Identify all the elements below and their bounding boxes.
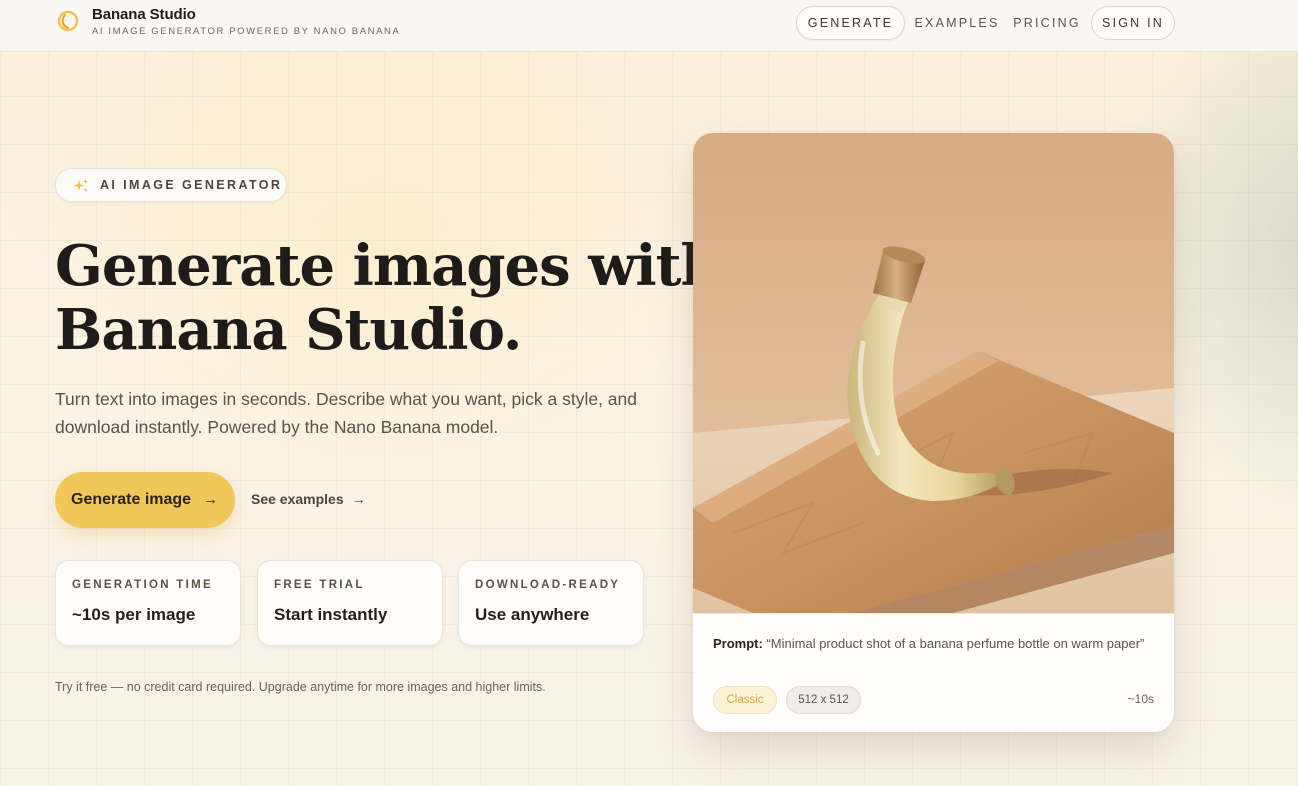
prompt-text: “Minimal product shot of a banana perfum… xyxy=(766,636,1145,651)
size-chip[interactable]: 512 x 512 xyxy=(786,686,861,714)
arrow-right-icon: → xyxy=(351,491,366,507)
top-navbar: Banana Studio AI IMAGE GENERATOR POWERED… xyxy=(0,0,1298,52)
nav-pricing-link[interactable]: PRICING xyxy=(1008,6,1086,40)
generate-image-label: Generate image xyxy=(71,491,192,508)
hero-badge: AI IMAGE GENERATOR xyxy=(55,168,287,202)
stat-value: Use anywhere xyxy=(475,605,590,624)
stat-value: Start instantly xyxy=(274,605,388,624)
preview-prompt: Prompt: “Minimal product shot of a banan… xyxy=(713,634,1153,654)
see-examples-link[interactable]: See examples → xyxy=(251,491,366,507)
preview-details: Prompt: “Minimal product shot of a banan… xyxy=(693,613,1174,732)
banana-logo-icon[interactable] xyxy=(57,10,79,32)
nav-sign-in-button[interactable]: SIGN IN xyxy=(1091,6,1175,40)
generation-time: ~10s xyxy=(1127,692,1154,706)
hero-title-line-1: Generate images with xyxy=(55,233,721,299)
hero-footnote: Try it free — no credit card required. U… xyxy=(55,680,546,694)
nav-generate-button[interactable]: GENERATE xyxy=(796,6,905,40)
stat-card-download-ready: DOWNLOAD-READY Use anywhere xyxy=(458,560,644,646)
sparkles-icon xyxy=(73,179,88,192)
prompt-label: Prompt: xyxy=(713,636,763,651)
hero-badge-label: AI IMAGE GENERATOR xyxy=(100,178,283,192)
nav-examples-link[interactable]: EXAMPLES xyxy=(911,6,1003,40)
style-chip[interactable]: Classic xyxy=(713,686,777,714)
hero-title: Generate images with Banana Studio. xyxy=(55,233,721,363)
generate-image-button[interactable]: Generate image → xyxy=(55,472,235,528)
stat-card-generation-time: GENERATION TIME ~10s per image xyxy=(55,560,241,646)
stat-value: ~10s per image xyxy=(72,605,196,624)
hero-title-line-2: Banana Studio. xyxy=(55,297,522,363)
stat-label: FREE TRIAL xyxy=(274,579,365,591)
hero-subtitle: Turn text into images in seconds. Descri… xyxy=(55,389,637,437)
arrow-right-icon: → xyxy=(203,491,218,508)
see-examples-label: See examples xyxy=(251,491,344,507)
brand-tagline: AI IMAGE GENERATOR POWERED BY NANO BANAN… xyxy=(92,26,401,37)
brand-name[interactable]: Banana Studio xyxy=(92,6,196,23)
stat-card-free-trial: FREE TRIAL Start instantly xyxy=(257,560,443,646)
preview-image xyxy=(693,133,1174,613)
stat-label: GENERATION TIME xyxy=(72,579,213,591)
preview-card: Prompt: “Minimal product shot of a banan… xyxy=(693,133,1174,732)
stat-label: DOWNLOAD-READY xyxy=(475,579,621,591)
